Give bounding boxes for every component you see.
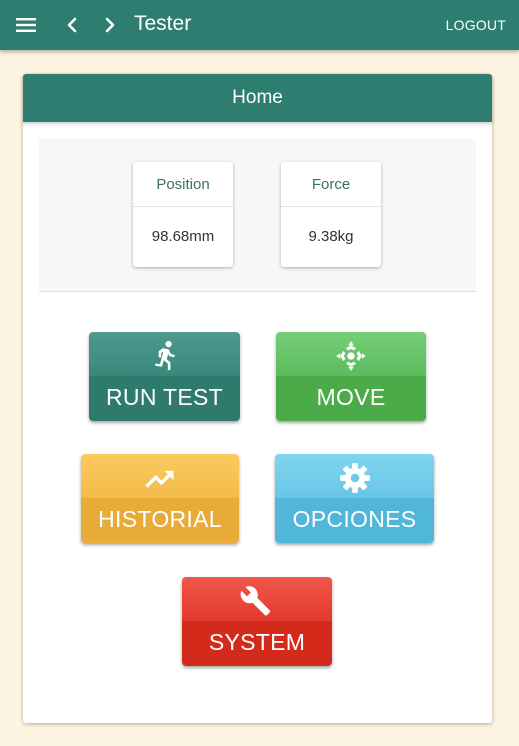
move-button[interactable]: MOVE bbox=[276, 332, 426, 421]
force-value: 9.38kg bbox=[308, 228, 354, 245]
historial-button[interactable]: HISTORIAL bbox=[81, 454, 239, 543]
top-app-bar: Tester LOGOUT bbox=[0, 0, 519, 50]
move-arrows-icon bbox=[336, 341, 366, 371]
historial-label: HISTORIAL bbox=[81, 498, 239, 543]
system-label: SYSTEM bbox=[182, 621, 332, 666]
run-test-label: RUN TEST bbox=[89, 376, 240, 421]
home-card: Home Position 98.68mm Force 9.38kg RUN T… bbox=[23, 74, 492, 723]
position-label: Position bbox=[133, 162, 233, 207]
position-readout: Position 98.68mm bbox=[133, 162, 233, 267]
move-label: MOVE bbox=[276, 376, 426, 421]
logout-button[interactable]: LOGOUT bbox=[446, 17, 506, 33]
run-test-button[interactable]: RUN TEST bbox=[89, 332, 240, 421]
wrench-icon bbox=[240, 586, 271, 616]
home-card-header: Home bbox=[23, 74, 492, 122]
opciones-button[interactable]: OPCIONES bbox=[275, 454, 434, 543]
hamburger-menu-icon[interactable] bbox=[14, 14, 38, 36]
opciones-label: OPCIONES bbox=[275, 498, 434, 543]
position-value: 98.68mm bbox=[151, 228, 215, 245]
running-person-icon bbox=[154, 340, 175, 371]
gear-icon bbox=[339, 463, 370, 493]
trending-up-icon bbox=[145, 470, 174, 488]
chevron-left-icon[interactable] bbox=[60, 13, 84, 37]
chevron-right-icon[interactable] bbox=[98, 13, 122, 37]
force-readout: Force 9.38kg bbox=[281, 162, 381, 267]
readout-panel: Position 98.68mm Force 9.38kg bbox=[39, 139, 476, 292]
force-label: Force bbox=[281, 162, 381, 207]
app-title: Tester bbox=[134, 12, 192, 35]
system-button[interactable]: SYSTEM bbox=[182, 577, 332, 666]
